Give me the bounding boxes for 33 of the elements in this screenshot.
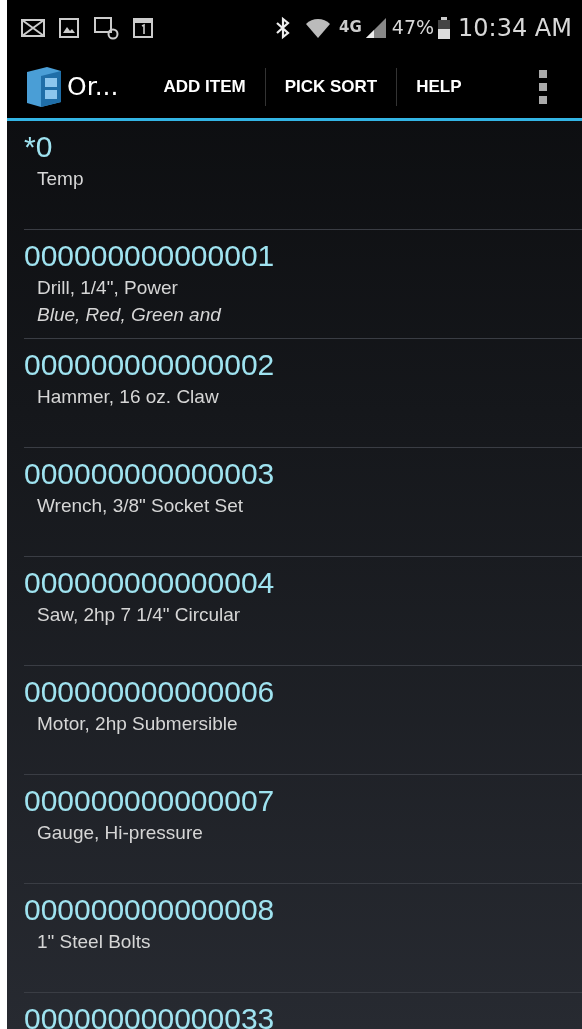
item-description: Gauge, Hi-pressure — [37, 821, 204, 845]
item-description: Drill, 1/4", Power — [37, 276, 179, 300]
item-id[interactable]: 000000000000008 — [24, 892, 582, 928]
battery-text: 47% — [391, 15, 435, 41]
item-id[interactable]: 000000000000001 — [24, 238, 582, 274]
image-icon — [59, 17, 79, 38]
item-id[interactable]: 000000000000033 — [24, 1001, 582, 1029]
item-id[interactable]: 000000000000006 — [24, 674, 582, 710]
clock-text: 10:34 AM — [458, 12, 572, 44]
item-id[interactable]: 000000000000007 — [24, 783, 582, 819]
item-description: Temp — [37, 167, 85, 191]
battery-icon — [438, 16, 451, 39]
item-description: Hammer, 16 oz. Claw — [37, 385, 220, 409]
mail-icon — [21, 18, 45, 37]
item-id[interactable]: *0 — [24, 129, 582, 165]
item-description: Wrench, 3/8" Socket Set — [37, 494, 244, 518]
item-note: Blue, Red, Green and — [37, 303, 223, 327]
item-description: Motor, 2hp Submersible — [37, 712, 239, 736]
item-id[interactable]: 000000000000004 — [24, 565, 582, 601]
item-id[interactable]: 000000000000003 — [24, 456, 582, 492]
item-description: 1" Steel Bolts — [37, 930, 152, 954]
item-description: Saw, 2hp 7 1/4" Circular — [37, 603, 242, 627]
action-button[interactable]: HELP — [397, 73, 481, 100]
overflow-menu-icon[interactable] — [538, 69, 548, 104]
action-button[interactable]: PICK SORT — [265, 73, 397, 100]
network-type-text: 4G — [339, 17, 362, 39]
calendar-icon — [133, 17, 153, 38]
signal-icon — [364, 16, 387, 39]
action-button[interactable]: ADD ITEM — [144, 73, 265, 100]
cabinet-icon — [25, 65, 63, 108]
bluetooth-icon — [275, 15, 292, 40]
app-title: Or... — [67, 70, 119, 103]
item-id[interactable]: 000000000000002 — [24, 347, 582, 383]
